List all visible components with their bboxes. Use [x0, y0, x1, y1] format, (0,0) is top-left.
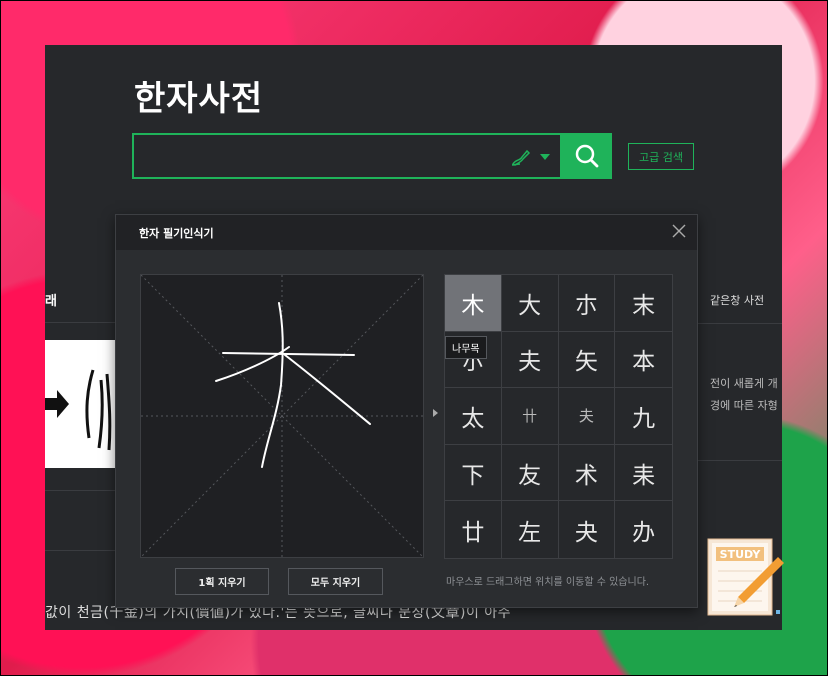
- handwriting-recognizer-dialog: 한자 필기인식기 木 大 朩 末 朩 夫 矢 本 太 卄 夫 九 下 友 术 耒…: [115, 214, 698, 608]
- candidate-tooltip: 나무목: [445, 336, 487, 359]
- candidate-cell[interactable]: 大: [501, 275, 559, 332]
- close-icon[interactable]: [671, 223, 687, 239]
- candidate-cell[interactable]: 下: [445, 444, 502, 502]
- candidate-grid: 木 大 朩 末 朩 夫 矢 本 太 卄 夫 九 下 友 术 耒 廿 左 夬 办: [444, 274, 673, 559]
- candidate-cell[interactable]: 矢: [558, 331, 616, 389]
- candidate-cell[interactable]: 办: [615, 501, 672, 558]
- dialog-header[interactable]: 한자 필기인식기: [116, 215, 697, 250]
- divider: [45, 550, 115, 551]
- clear-one-stroke-button[interactable]: 1획 지우기: [175, 568, 269, 595]
- handwriting-canvas[interactable]: [140, 274, 424, 558]
- candidate-cell[interactable]: 夫: [558, 388, 616, 445]
- right-section-label[interactable]: 같은창 사전: [710, 292, 764, 308]
- divider: [695, 460, 782, 461]
- advanced-search-button[interactable]: 고급 검색: [628, 143, 694, 170]
- candidate-cell[interactable]: 本: [615, 332, 672, 389]
- svg-text:STUDY: STUDY: [720, 548, 762, 561]
- arrow-right-icon: [433, 409, 438, 417]
- page-title: 한자사전: [134, 79, 264, 119]
- pen-icon[interactable]: [510, 147, 532, 167]
- candidate-cell[interactable]: 左: [502, 501, 559, 558]
- search-input[interactable]: [140, 141, 504, 173]
- dialog-title: 한자 필기인식기: [139, 227, 214, 240]
- divider: [45, 322, 115, 323]
- candidate-cell[interactable]: 友: [501, 444, 559, 502]
- candidate-cell[interactable]: 术: [558, 444, 616, 502]
- divider: [45, 490, 115, 491]
- right-text-line: 전이 새롭게 개: [710, 377, 778, 390]
- candidate-cell[interactable]: 夬: [559, 501, 616, 558]
- candidate-cell[interactable]: 朩: [558, 275, 616, 332]
- candidate-cell[interactable]: 廿: [445, 501, 502, 558]
- search-button[interactable]: [562, 133, 612, 179]
- candidate-cell[interactable]: 夫: [501, 331, 559, 389]
- chevron-down-icon[interactable]: [540, 154, 550, 160]
- stroke-order-image: [45, 340, 115, 468]
- candidate-cell[interactable]: 末: [615, 275, 672, 332]
- divider: [695, 323, 782, 324]
- left-section-label: 래: [45, 294, 57, 309]
- search-icon: [575, 144, 599, 168]
- study-icon[interactable]: STUDY: [704, 537, 788, 619]
- candidate-cell[interactable]: 太: [445, 388, 502, 445]
- clear-all-button[interactable]: 모두 지우기: [288, 568, 383, 595]
- candidate-cell[interactable]: 耒: [615, 445, 672, 502]
- search-box[interactable]: [132, 133, 562, 179]
- candidate-cell[interactable]: 木: [445, 275, 502, 332]
- drag-hint-text: 마우스로 드래그하면 위치를 이동할 수 있습니다.: [446, 577, 650, 588]
- right-text-line: 경에 따른 자형: [710, 399, 778, 412]
- candidate-cell[interactable]: 九: [615, 388, 672, 445]
- candidate-cell[interactable]: 卄: [501, 388, 559, 445]
